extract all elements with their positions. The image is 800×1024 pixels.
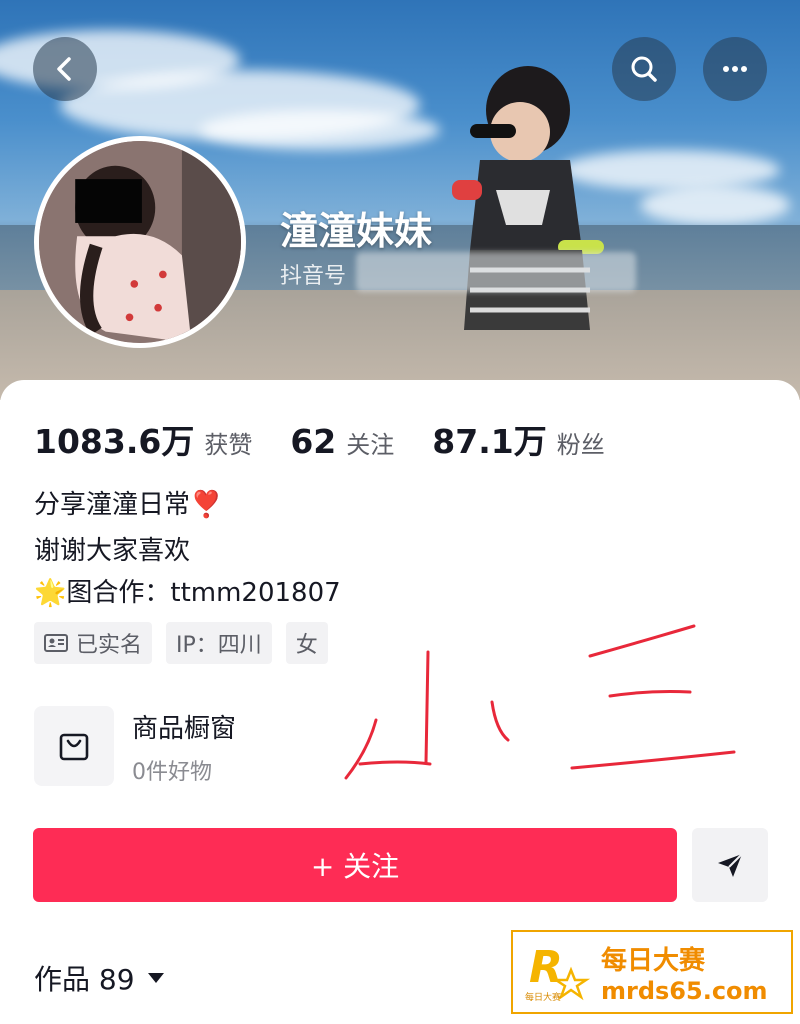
username: 潼潼妹妹 xyxy=(280,209,433,253)
works-tab-label: 作品 89 xyxy=(34,963,135,996)
verified-tag: 已实名 xyxy=(34,622,153,664)
heart-emoji: ❣️ xyxy=(190,490,223,520)
bio-line-1: 分享潼潼日常❣️ xyxy=(34,484,222,521)
back-arrow-icon xyxy=(57,57,71,81)
works-tab[interactable]: 作品 89 xyxy=(34,958,165,998)
profile-tags: 已实名 IP：四川 女 xyxy=(34,622,328,664)
search-icon xyxy=(631,56,657,82)
ip-tag: IP：四川 xyxy=(166,622,272,664)
following-count[interactable]: 62 xyxy=(290,422,336,461)
likes-count: 1083.6万 xyxy=(34,422,195,461)
followers-label[interactable]: 粉丝 xyxy=(557,425,605,460)
back-button[interactable] xyxy=(33,37,97,101)
shop-window-title[interactable]: 商品橱窗 xyxy=(132,708,236,745)
follow-button[interactable]: + 关注 xyxy=(33,828,677,902)
watermark-line-1: 每日大赛 xyxy=(601,945,706,976)
send-icon xyxy=(718,853,743,877)
bio-line-1-text: 分享潼潼日常 xyxy=(34,490,191,520)
avatar-image xyxy=(39,141,241,343)
douyin-id-blurred xyxy=(356,252,636,292)
shopping-bag-icon xyxy=(59,733,89,761)
handwritten-annotation: 小三 xyxy=(344,624,736,780)
banner-cloud xyxy=(640,185,790,225)
stats-row: 1083.6万 获赞 62 关注 87.1万 粉丝 xyxy=(34,415,643,463)
following-label[interactable]: 关注 xyxy=(346,425,394,460)
svg-text:每日大赛: 每日大赛 xyxy=(525,991,561,1003)
bio-line-3-text: 图合作：ttmm201807 xyxy=(66,578,341,608)
bio-line-2: 谢谢大家喜欢 xyxy=(34,536,191,566)
send-message-button[interactable] xyxy=(692,828,768,902)
bio-line-3: 🌟图合作：ttmm201807 xyxy=(34,572,341,609)
shop-window-button[interactable] xyxy=(34,706,114,786)
svg-text:R: R xyxy=(529,942,563,993)
search-button[interactable] xyxy=(612,37,676,101)
watermark-logo: R 每日大赛 xyxy=(523,940,593,1004)
banner-child-figure xyxy=(452,66,604,330)
more-button[interactable] xyxy=(703,37,767,101)
caret-down-icon xyxy=(147,973,164,983)
site-watermark: R 每日大赛 每日大赛 mrds65.com xyxy=(511,930,793,1014)
more-dots-icon xyxy=(723,66,747,72)
watermark-line-2: mrds65.com xyxy=(601,976,768,1005)
verified-tag-label: 已实名 xyxy=(76,633,143,658)
id-card-icon xyxy=(44,634,68,652)
gender-tag: 女 xyxy=(285,622,328,664)
star-emoji: 🌟 xyxy=(34,578,67,608)
followers-count[interactable]: 87.1万 xyxy=(432,415,546,463)
douyin-id-label: 抖音号 xyxy=(280,264,347,289)
shop-window-subtitle: 0件好物 xyxy=(132,760,212,785)
watermark-text: 每日大赛 mrds65.com xyxy=(601,940,768,1005)
avatar[interactable] xyxy=(34,136,246,348)
watermark-logo-icon: R 每日大赛 xyxy=(525,942,591,1003)
banner-cloud xyxy=(200,110,440,150)
likes-label: 获赞 xyxy=(204,431,253,459)
